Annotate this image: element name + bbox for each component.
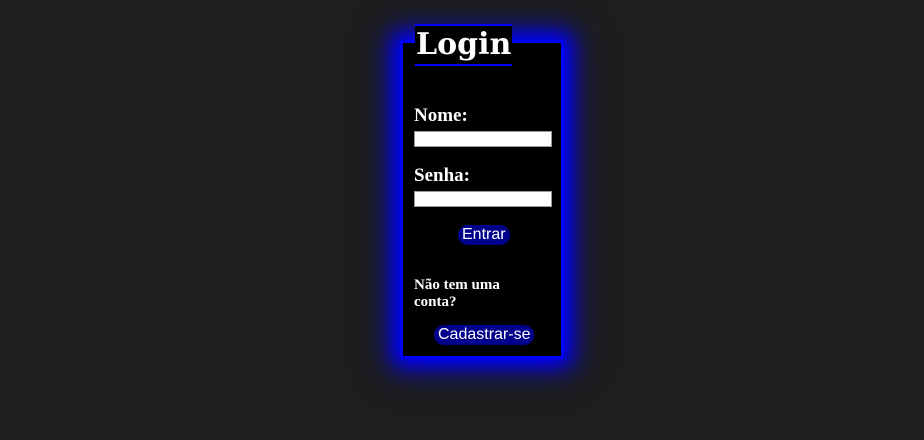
password-label: Senha:	[414, 165, 470, 186]
name-input[interactable]	[414, 131, 552, 147]
login-title: Login	[415, 24, 513, 66]
password-input[interactable]	[414, 191, 552, 207]
login-form: Login Nome: Senha: Entrar Não tem uma co…	[400, 24, 564, 359]
name-label: Nome:	[414, 105, 468, 126]
no-account-text: Não tem uma conta?	[414, 277, 500, 310]
login-button[interactable]: Entrar	[458, 225, 510, 245]
register-button[interactable]: Cadastrar-se	[434, 325, 535, 345]
